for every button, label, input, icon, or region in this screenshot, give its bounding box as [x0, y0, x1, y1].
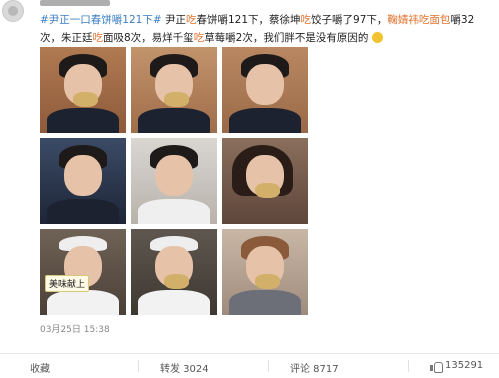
post-text: #尹正一口春饼嚼121下# 尹正吃春饼嚼121下，蔡徐坤吃饺子嚼了97下，鞠婧祎… [40, 11, 495, 47]
topic-link[interactable]: #尹正一口春饼嚼121下# [40, 14, 162, 26]
like-button[interactable]: 135291 [408, 360, 484, 373]
post-timestamp: 03月25日 15:38 [40, 325, 110, 335]
photo-grid: 美味献上 [40, 47, 310, 315]
action-bar: 收藏 转发 3024 评论 8717 135291 [0, 353, 499, 378]
text-highlight: 吃 [185, 14, 197, 26]
collect-label: 收藏 [30, 364, 50, 375]
text-highlight: 吃 [193, 32, 205, 44]
text-highlight: 鞠婧祎吃面包 [387, 14, 451, 26]
thumbs-up-icon [430, 361, 443, 373]
like-count: 135291 [445, 360, 484, 371]
emoji-icon [371, 32, 383, 43]
text-segment: 饺子嚼了97下， [311, 14, 388, 26]
collect-button[interactable]: 收藏 [30, 360, 50, 375]
divider [408, 360, 409, 372]
divider [268, 360, 269, 372]
photo-thumbnail[interactable] [222, 47, 308, 133]
comment-button[interactable]: 评论 8717 [268, 360, 339, 375]
photo-thumbnail[interactable] [222, 229, 308, 315]
text-segment: 面吸8次，易烊千玺 [103, 32, 194, 44]
divider [138, 360, 139, 372]
text-highlight: 吃 [92, 32, 104, 44]
comment-label: 评论 8717 [290, 364, 339, 375]
photo-thumbnail[interactable] [40, 138, 126, 224]
photo-thumbnail[interactable] [222, 138, 308, 224]
photo-thumbnail[interactable] [131, 138, 217, 224]
caption-tag: 美味献上 [45, 275, 90, 292]
text-segment: 尹正 [164, 14, 186, 26]
username[interactable] [40, 0, 110, 6]
repost-label: 转发 3024 [160, 364, 209, 375]
photo-thumbnail[interactable]: 美味献上 [40, 229, 126, 315]
photo-thumbnail[interactable] [131, 47, 217, 133]
repost-button[interactable]: 转发 3024 [138, 360, 209, 375]
text-segment: 春饼嚼121下，蔡徐坤 [196, 14, 301, 26]
text-segment: 草莓嚼2次，我们胖不是没有原因的 [204, 32, 369, 44]
photo-thumbnail[interactable] [131, 229, 217, 315]
photo-thumbnail[interactable] [40, 47, 126, 133]
text-highlight: 吃 [300, 14, 312, 26]
avatar[interactable] [2, 0, 24, 22]
weibo-post: #尹正一口春饼嚼121下# 尹正吃春饼嚼121下，蔡徐坤吃饺子嚼了97下，鞠婧祎… [0, 0, 499, 378]
